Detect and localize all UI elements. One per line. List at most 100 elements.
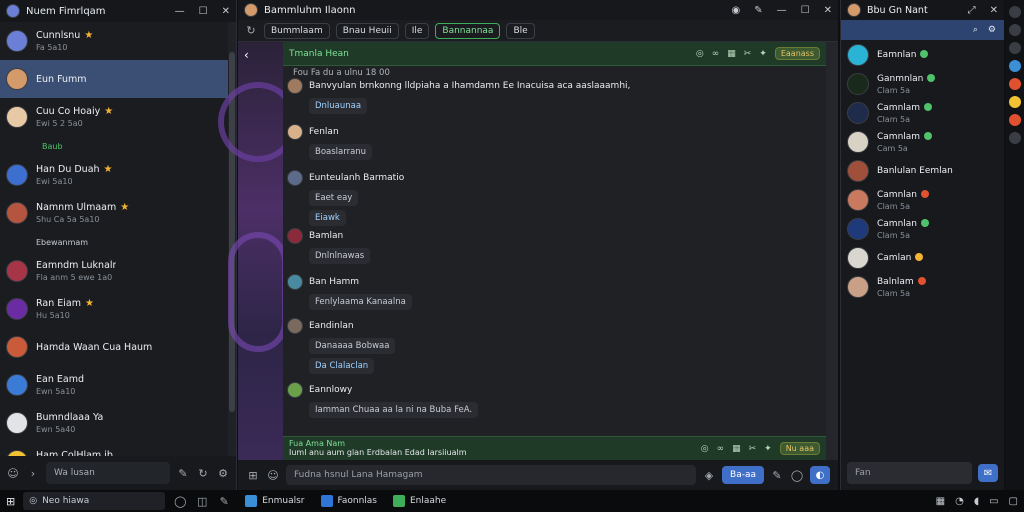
keyboard-icon[interactable]: ▦ [936,496,945,507]
chat-item[interactable]: Cuu Co Hoaiy ★ Ewi 5 2 5a0 [0,98,228,136]
search-icon[interactable]: ⌕ [973,25,978,35]
chat-item[interactable]: Eamndm Luknalr Fla anm 5 ewe 1a0 [0,252,228,290]
contact-item[interactable]: Ganmnlan Clam 5a [841,69,1004,98]
contact-text: Eamnlan [877,49,929,60]
contact-item[interactable]: Balnlam Clam 5a [841,272,1004,301]
contact-item[interactable]: Camlan [841,243,1004,272]
display-icon[interactable]: ▭ [989,496,998,507]
strip-app-icon[interactable] [1008,60,1021,72]
pen-icon[interactable]: ✎ [217,495,231,508]
pinned-pill[interactable]: Nu aaa [779,442,820,455]
tab-3[interactable]: Bannannaa [435,22,501,39]
refresh-icon[interactable]: ↻ [244,24,258,37]
header-pill[interactable]: Eaanass [774,47,820,60]
chat-item[interactable]: Bumndlaaa Ya Ewn 5a40 [0,404,228,442]
strip-app-icon[interactable] [1008,42,1021,54]
strip-app-icon[interactable] [1008,24,1021,36]
voice-button[interactable]: ◐ [810,466,830,484]
info-icon[interactable]: ◉ [732,5,741,16]
chat-item[interactable]: Eun Fumm [0,60,228,98]
message-reply: Eiawk [309,210,346,226]
maximize-icon[interactable]: ☐ [801,5,810,16]
network-icon[interactable]: ◔ [955,496,964,507]
tab-4[interactable]: Ble [506,22,535,39]
contact-item[interactable]: Camnlan Clam 5a [841,185,1004,214]
send-button[interactable]: Ba-aa [722,466,764,484]
contact-subtitle: Cam 5a [877,143,908,153]
strip-app-icon[interactable] [1008,6,1021,18]
pen-icon[interactable]: ✎ [176,467,190,480]
strip-app-icon[interactable] [1008,132,1021,144]
search-icon[interactable]: ◎ [701,444,709,454]
message: Eandinlan Danaaaa Bobwaa Da Clalaclan [287,318,820,374]
close-icon[interactable]: ✕ [990,5,998,16]
chat-item[interactable]: Ean Eamd Ewn 5a10 [0,366,228,404]
minimize-icon[interactable]: — [175,6,185,17]
contact-item[interactable]: Eamnlan [841,40,1004,69]
chat-item[interactable]: Cunnlsnu ★ Fa 5a10 [0,22,228,60]
chat-item-name: Hamda Waan Cua Haum [36,341,153,353]
new-chat-button[interactable]: ✉ [978,464,998,482]
tool-icon[interactable]: ✂ [744,49,752,59]
attach-icon[interactable]: ⊞ [246,469,260,482]
chat-item[interactable]: Han Du Duah ★ Ewi 5a10 [0,156,228,194]
game-icon[interactable]: ✦ [759,49,767,59]
maximize-icon[interactable]: ☐ [199,6,208,17]
message-scrollbar[interactable] [826,42,838,460]
chat-item[interactable]: Ham ColHlam ibBam 5a10 [0,442,228,456]
chat-item[interactable]: Ran Eiam ★ Hu 5a10 [0,290,228,328]
image-icon[interactable]: ▦ [727,49,736,59]
contact-name: Camlan [877,253,912,263]
chat-item[interactable]: Namnm Ulmaam ★ Shu Ca 5a 5a10 [0,194,228,232]
game-icon[interactable]: ✦ [764,444,772,454]
sticker-icon[interactable]: ◈ [702,469,716,482]
contact-item[interactable]: Camnlam Clam 5a [841,98,1004,127]
close-icon[interactable]: ✕ [824,5,832,16]
taskbar-app[interactable]: Faonnlas [315,491,384,511]
tab-0[interactable]: Bummlaam [264,22,330,39]
tab-1[interactable]: Bnau Heuii [335,22,399,39]
strip-app-icon[interactable] [1008,96,1021,108]
settings-icon[interactable]: ⚙ [216,467,230,480]
desktop: Nuem Fimrlqam — ☐ ✕ Cunnlsnu ★ Fa 5a10 Eun … [0,0,1024,512]
chat-item[interactable]: Hamda Waan Cua Haum [0,328,228,366]
taskbar-search[interactable]: ◎ Neo hiawa [23,492,166,510]
emoji-icon[interactable]: ☺ [266,469,280,482]
close-icon[interactable]: ✕ [222,6,230,17]
search-icon[interactable]: ◎ [696,49,704,59]
notification-icon[interactable]: ▢ [1009,496,1018,507]
link-icon[interactable]: ∞ [717,444,725,454]
refresh-icon[interactable]: ↻ [196,467,210,480]
taskbar-app[interactable]: Enlaahe [387,491,452,511]
contact-item[interactable]: Camnlan Clam 5a [841,214,1004,243]
left-scrollbar[interactable] [228,22,236,456]
chat-item-subtitle: Ewn 5a10 [36,387,76,396]
tab-2[interactable]: Ile [404,22,430,39]
expand-icon[interactable]: ⤢ [968,5,976,16]
contacts-search-input[interactable]: Fan [847,462,972,484]
minimize-icon[interactable]: — [777,5,787,16]
format-icon[interactable]: ✎ [770,469,784,482]
strip-app-icon[interactable] [1008,78,1021,90]
task-view-icon[interactable]: ◯ [173,495,187,508]
taskbar-app[interactable]: Enmualsr [239,491,310,511]
contact-item[interactable]: Camnlam Cam 5a [841,127,1004,156]
message-author: Fenlan [309,127,339,137]
strip-app-icon[interactable] [1008,114,1021,126]
contacts-toolbar: ⌕ ⚙ [841,20,1004,40]
link-icon[interactable]: ∞ [712,49,720,59]
left-search-input[interactable]: Wa lusan [46,462,170,484]
start-icon[interactable]: ⊞ [6,495,15,508]
volume-icon[interactable]: ◖ [974,496,979,507]
pin-icon[interactable]: ✎ [754,5,762,16]
tool-icon[interactable]: ✂ [749,444,757,454]
message-input[interactable]: Fudna hsnul Lana Hamagam [286,465,697,485]
emoji-icon[interactable]: ☺ [6,467,20,480]
widgets-icon[interactable]: ◫ [195,495,209,508]
settings-icon[interactable]: ⚙ [988,25,996,35]
back-arrow-icon[interactable]: ‹ [244,48,249,62]
arrow-icon[interactable]: › [26,467,40,480]
contact-item[interactable]: Banlulan Eemlan [841,156,1004,185]
mic-icon[interactable]: ◯ [790,469,804,482]
image-icon[interactable]: ▦ [732,444,741,454]
